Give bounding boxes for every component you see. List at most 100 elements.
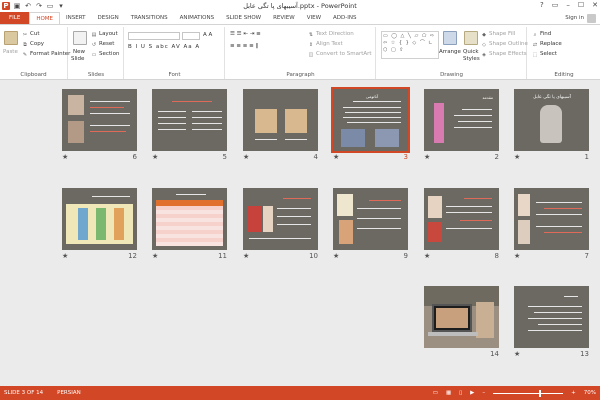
slide-item-2[interactable]: مقدمه ★ 2 <box>424 89 499 162</box>
zoom-slider-knob[interactable] <box>539 389 542 397</box>
font-name-dropdown[interactable] <box>128 32 180 40</box>
arrange-button[interactable]: Arrange <box>439 49 461 56</box>
language-status[interactable]: PERSIAN <box>57 386 81 400</box>
slide-item-6[interactable]: ★ 6 <box>62 89 137 162</box>
minimize-button[interactable]: – <box>566 0 570 11</box>
normal-view-icon[interactable]: ▭ <box>433 386 438 400</box>
slide-item-1[interactable]: آسیبهای پا تگی عابل ★ 1 <box>514 89 589 162</box>
shape-effects-button[interactable]: ◈ Shape Effects <box>481 51 527 58</box>
customize-qat-icon[interactable]: ▾ <box>57 2 65 10</box>
slide-thumbnail[interactable] <box>514 286 589 348</box>
text-direction-button[interactable]: ⇅ Text Direction <box>308 31 354 38</box>
new-slide-button[interactable]: New <box>73 49 85 56</box>
redo-icon[interactable]: ↷ <box>35 2 43 10</box>
transition-star-icon: ★ <box>152 153 159 161</box>
slideshow-icon[interactable]: ▭ <box>46 2 54 10</box>
find-icon: ⌕ <box>533 31 537 38</box>
align-buttons[interactable]: ≡ ≡ ≡ ≡ ‖ <box>230 43 258 50</box>
quick-styles-label[interactable]: Styles <box>463 56 480 63</box>
powerpoint-window: P ▣ ↶ ↷ ▭ ▾ آسیبهای پا تگی عابل.pptx - P… <box>0 0 600 400</box>
tab-home[interactable]: HOME <box>29 12 61 24</box>
slide-thumbnail[interactable] <box>62 188 137 250</box>
tab-add-ins[interactable]: ADD-INS <box>327 12 362 24</box>
slide-thumbnail[interactable] <box>62 89 137 151</box>
font-size-buttons[interactable]: A A <box>203 32 212 39</box>
slide-thumbnail[interactable] <box>243 188 318 250</box>
sign-in-link[interactable]: Sign in <box>565 13 584 23</box>
slide-sorter-view-icon[interactable]: ▦ <box>446 386 451 400</box>
quick-styles-icon[interactable] <box>464 31 478 45</box>
sign-in-area[interactable]: Sign in <box>565 13 596 23</box>
slide-item-13[interactable]: ★ 13 <box>514 286 589 359</box>
font-size-dropdown[interactable] <box>182 32 200 40</box>
select-button[interactable]: ⬚ Select <box>532 51 557 58</box>
convert-smartart-button[interactable]: ◫ Convert to SmartArt <box>308 51 372 58</box>
layout-button[interactable]: ▤ Layout <box>91 31 118 38</box>
zoom-slider[interactable] <box>493 389 564 397</box>
maximize-button[interactable]: ☐ <box>578 0 584 11</box>
slide-thumbnail[interactable] <box>152 188 227 250</box>
shapes-gallery[interactable]: ▭ ◯ △ ╲ ▱ ⬠ ⇨ ⇦ ☆ { } ◇ ⌒ ∟ ⬡ ▢ ⇧ <box>381 31 439 59</box>
quick-styles-button[interactable]: Quick <box>463 49 479 56</box>
slide-thumbnail[interactable] <box>333 188 408 250</box>
new-slide-button-label[interactable]: Slide <box>71 56 84 63</box>
save-icon[interactable]: ▣ <box>13 2 21 10</box>
slide-item-4[interactable]: ★ 4 <box>243 89 318 162</box>
zoom-in-button[interactable]: + <box>571 386 576 400</box>
tab-insert[interactable]: INSERT <box>60 12 91 24</box>
slide-count-status[interactable]: SLIDE 3 OF 14 <box>4 386 43 400</box>
slide-item-7[interactable]: ★ 7 <box>514 188 589 261</box>
paste-button[interactable]: Paste <box>3 49 18 56</box>
slide-item-10[interactable]: ★ 10 <box>243 188 318 261</box>
slide-thumbnail[interactable] <box>514 188 589 250</box>
shape-outline-button[interactable]: ◇ Shape Outline <box>481 41 528 48</box>
tab-review[interactable]: REVIEW <box>267 12 301 24</box>
slide-sorter[interactable]: آسیبهای پا تگی عابل ★ 1 مقدمه ★ 2 آناتوم… <box>0 80 600 386</box>
reset-button[interactable]: ↺ Reset <box>91 41 114 48</box>
slide-item-12[interactable]: ★ 12 <box>62 188 137 261</box>
slide-thumbnail[interactable]: آسیبهای پا تگی عابل <box>514 89 589 151</box>
tab-file[interactable]: FILE <box>0 12 30 24</box>
help-button[interactable]: ? <box>540 0 544 11</box>
tab-view[interactable]: VIEW <box>301 12 327 24</box>
slide-thumbnail[interactable] <box>424 286 499 348</box>
slide-thumbnail[interactable]: مقدمه <box>424 89 499 151</box>
align-text-button[interactable]: ⇕ Align Text <box>308 41 343 48</box>
close-button[interactable]: ✕ <box>592 0 598 11</box>
tab-transitions[interactable]: TRANSITIONS <box>125 12 174 24</box>
new-slide-icon[interactable] <box>73 31 87 45</box>
slide-item-9[interactable]: ★ 9 <box>333 188 408 261</box>
undo-icon[interactable]: ↶ <box>24 2 32 10</box>
paste-icon[interactable] <box>4 31 18 45</box>
shape-fill-button[interactable]: ◆ Shape Fill <box>481 31 515 38</box>
slide-thumbnail[interactable]: آناتومی <box>331 87 410 153</box>
arrange-icon[interactable] <box>443 31 457 45</box>
cut-button[interactable]: ✂ Cut <box>22 31 40 38</box>
reading-view-icon[interactable]: ▯ <box>459 386 462 400</box>
text-direction-icon: ⇅ <box>308 31 314 38</box>
slideshow-view-icon[interactable]: ▶ <box>470 386 474 400</box>
tab-slide-show[interactable]: SLIDE SHOW <box>220 12 267 24</box>
slide-item-3[interactable]: آناتومی ★ 3 <box>331 87 410 162</box>
zoom-level[interactable]: 70% <box>584 386 596 400</box>
copy-button[interactable]: ⧉ Copy <box>22 41 44 48</box>
list-buttons[interactable]: ☰ ☰ ⇤ ⇥ ≡ <box>230 31 261 38</box>
font-format-buttons[interactable]: B I U S abc AV Aa A <box>128 44 200 51</box>
slide-item-8[interactable]: ★ 8 <box>424 188 499 261</box>
find-button[interactable]: ⌕ Find <box>532 31 552 38</box>
slide-thumbnail[interactable] <box>152 89 227 151</box>
status-bar: SLIDE 3 OF 14 PERSIAN ▭ ▦ ▯ ▶ – + 70% <box>0 386 600 400</box>
ribbon-display-button[interactable]: ▭ <box>552 0 559 11</box>
format-painter-button[interactable]: ✎ Format Painter <box>22 51 71 58</box>
zoom-out-button[interactable]: – <box>482 386 485 400</box>
section-button[interactable]: ▭ Section <box>91 51 120 58</box>
slide-item-14[interactable]: 14 <box>424 286 499 359</box>
replace-button[interactable]: ⇄ Replace <box>532 41 562 48</box>
slide-item-11[interactable]: ★ 11 <box>152 188 227 261</box>
slide-item-5[interactable]: ★ 5 <box>152 89 227 162</box>
slide-thumbnail[interactable] <box>243 89 318 151</box>
tab-animations[interactable]: ANIMATIONS <box>174 12 221 24</box>
anatomy-image <box>375 129 399 147</box>
slide-thumbnail[interactable] <box>424 188 499 250</box>
tab-design[interactable]: DESIGN <box>92 12 125 24</box>
